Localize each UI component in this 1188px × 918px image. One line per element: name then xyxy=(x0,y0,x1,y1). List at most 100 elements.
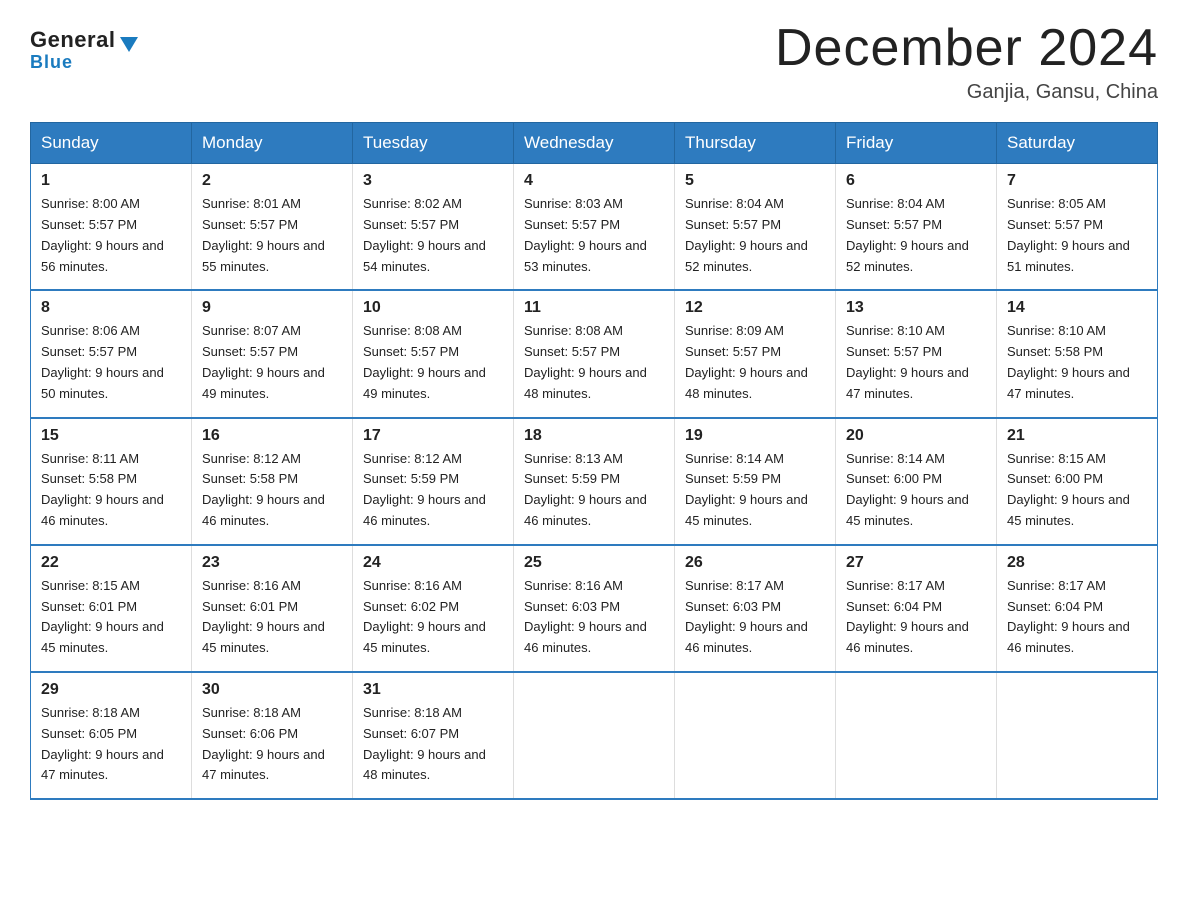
day-number: 7 xyxy=(1007,172,1147,190)
day-info: Sunrise: 8:03 AMSunset: 5:57 PMDaylight:… xyxy=(524,194,664,277)
day-cell xyxy=(514,672,675,799)
day-number: 25 xyxy=(524,554,664,572)
day-number: 21 xyxy=(1007,427,1147,445)
day-info: Sunrise: 8:14 AMSunset: 5:59 PMDaylight:… xyxy=(685,449,825,532)
day-cell xyxy=(675,672,836,799)
header: General Blue December 2024 Ganjia, Gansu… xyxy=(30,20,1158,104)
day-info: Sunrise: 8:18 AMSunset: 6:07 PMDaylight:… xyxy=(363,703,503,786)
day-cell: 8 Sunrise: 8:06 AMSunset: 5:57 PMDayligh… xyxy=(31,290,192,417)
day-number: 2 xyxy=(202,172,342,190)
day-cell xyxy=(836,672,997,799)
logo: General Blue xyxy=(30,28,138,73)
day-info: Sunrise: 8:17 AMSunset: 6:04 PMDaylight:… xyxy=(846,576,986,659)
header-sunday: Sunday xyxy=(31,123,192,164)
day-number: 13 xyxy=(846,299,986,317)
day-info: Sunrise: 8:17 AMSunset: 6:04 PMDaylight:… xyxy=(1007,576,1147,659)
day-number: 24 xyxy=(363,554,503,572)
logo-triangle-icon xyxy=(120,37,138,52)
header-tuesday: Tuesday xyxy=(353,123,514,164)
logo-general: General xyxy=(30,28,115,52)
week-row-1: 1 Sunrise: 8:00 AMSunset: 5:57 PMDayligh… xyxy=(31,164,1158,291)
day-number: 6 xyxy=(846,172,986,190)
day-number: 4 xyxy=(524,172,664,190)
logo-blue: Blue xyxy=(30,52,73,73)
day-number: 5 xyxy=(685,172,825,190)
day-cell: 16 Sunrise: 8:12 AMSunset: 5:58 PMDaylig… xyxy=(192,418,353,545)
day-number: 16 xyxy=(202,427,342,445)
day-cell: 14 Sunrise: 8:10 AMSunset: 5:58 PMDaylig… xyxy=(997,290,1158,417)
header-monday: Monday xyxy=(192,123,353,164)
day-number: 29 xyxy=(41,681,181,699)
day-cell: 4 Sunrise: 8:03 AMSunset: 5:57 PMDayligh… xyxy=(514,164,675,291)
day-info: Sunrise: 8:04 AMSunset: 5:57 PMDaylight:… xyxy=(685,194,825,277)
day-cell: 6 Sunrise: 8:04 AMSunset: 5:57 PMDayligh… xyxy=(836,164,997,291)
day-number: 17 xyxy=(363,427,503,445)
day-cell: 26 Sunrise: 8:17 AMSunset: 6:03 PMDaylig… xyxy=(675,545,836,672)
day-cell: 12 Sunrise: 8:09 AMSunset: 5:57 PMDaylig… xyxy=(675,290,836,417)
day-cell: 13 Sunrise: 8:10 AMSunset: 5:57 PMDaylig… xyxy=(836,290,997,417)
day-cell: 19 Sunrise: 8:14 AMSunset: 5:59 PMDaylig… xyxy=(675,418,836,545)
day-info: Sunrise: 8:09 AMSunset: 5:57 PMDaylight:… xyxy=(685,321,825,404)
day-info: Sunrise: 8:06 AMSunset: 5:57 PMDaylight:… xyxy=(41,321,181,404)
day-number: 10 xyxy=(363,299,503,317)
day-cell: 30 Sunrise: 8:18 AMSunset: 6:06 PMDaylig… xyxy=(192,672,353,799)
title-area: December 2024 Ganjia, Gansu, China xyxy=(775,20,1158,104)
day-number: 28 xyxy=(1007,554,1147,572)
day-info: Sunrise: 8:00 AMSunset: 5:57 PMDaylight:… xyxy=(41,194,181,277)
day-cell: 23 Sunrise: 8:16 AMSunset: 6:01 PMDaylig… xyxy=(192,545,353,672)
header-friday: Friday xyxy=(836,123,997,164)
day-info: Sunrise: 8:02 AMSunset: 5:57 PMDaylight:… xyxy=(363,194,503,277)
day-cell: 31 Sunrise: 8:18 AMSunset: 6:07 PMDaylig… xyxy=(353,672,514,799)
week-row-4: 22 Sunrise: 8:15 AMSunset: 6:01 PMDaylig… xyxy=(31,545,1158,672)
day-number: 11 xyxy=(524,299,664,317)
day-number: 22 xyxy=(41,554,181,572)
day-number: 30 xyxy=(202,681,342,699)
week-row-5: 29 Sunrise: 8:18 AMSunset: 6:05 PMDaylig… xyxy=(31,672,1158,799)
calendar-header-row: SundayMondayTuesdayWednesdayThursdayFrid… xyxy=(31,123,1158,164)
day-info: Sunrise: 8:05 AMSunset: 5:57 PMDaylight:… xyxy=(1007,194,1147,277)
day-info: Sunrise: 8:18 AMSunset: 6:05 PMDaylight:… xyxy=(41,703,181,786)
day-cell: 21 Sunrise: 8:15 AMSunset: 6:00 PMDaylig… xyxy=(997,418,1158,545)
calendar-table: SundayMondayTuesdayWednesdayThursdayFrid… xyxy=(30,122,1158,800)
day-cell: 11 Sunrise: 8:08 AMSunset: 5:57 PMDaylig… xyxy=(514,290,675,417)
day-cell: 22 Sunrise: 8:15 AMSunset: 6:01 PMDaylig… xyxy=(31,545,192,672)
day-cell: 28 Sunrise: 8:17 AMSunset: 6:04 PMDaylig… xyxy=(997,545,1158,672)
day-cell: 24 Sunrise: 8:16 AMSunset: 6:02 PMDaylig… xyxy=(353,545,514,672)
day-cell xyxy=(997,672,1158,799)
week-row-2: 8 Sunrise: 8:06 AMSunset: 5:57 PMDayligh… xyxy=(31,290,1158,417)
day-cell: 25 Sunrise: 8:16 AMSunset: 6:03 PMDaylig… xyxy=(514,545,675,672)
day-info: Sunrise: 8:08 AMSunset: 5:57 PMDaylight:… xyxy=(524,321,664,404)
day-cell: 5 Sunrise: 8:04 AMSunset: 5:57 PMDayligh… xyxy=(675,164,836,291)
day-info: Sunrise: 8:12 AMSunset: 5:58 PMDaylight:… xyxy=(202,449,342,532)
day-info: Sunrise: 8:04 AMSunset: 5:57 PMDaylight:… xyxy=(846,194,986,277)
day-number: 8 xyxy=(41,299,181,317)
day-number: 20 xyxy=(846,427,986,445)
day-number: 19 xyxy=(685,427,825,445)
day-cell: 7 Sunrise: 8:05 AMSunset: 5:57 PMDayligh… xyxy=(997,164,1158,291)
day-cell: 17 Sunrise: 8:12 AMSunset: 5:59 PMDaylig… xyxy=(353,418,514,545)
day-cell: 15 Sunrise: 8:11 AMSunset: 5:58 PMDaylig… xyxy=(31,418,192,545)
day-info: Sunrise: 8:15 AMSunset: 6:00 PMDaylight:… xyxy=(1007,449,1147,532)
day-cell: 1 Sunrise: 8:00 AMSunset: 5:57 PMDayligh… xyxy=(31,164,192,291)
header-thursday: Thursday xyxy=(675,123,836,164)
calendar-subtitle: Ganjia, Gansu, China xyxy=(775,81,1158,104)
day-info: Sunrise: 8:08 AMSunset: 5:57 PMDaylight:… xyxy=(363,321,503,404)
day-info: Sunrise: 8:11 AMSunset: 5:58 PMDaylight:… xyxy=(41,449,181,532)
day-number: 18 xyxy=(524,427,664,445)
day-info: Sunrise: 8:18 AMSunset: 6:06 PMDaylight:… xyxy=(202,703,342,786)
day-info: Sunrise: 8:16 AMSunset: 6:01 PMDaylight:… xyxy=(202,576,342,659)
day-number: 3 xyxy=(363,172,503,190)
day-cell: 20 Sunrise: 8:14 AMSunset: 6:00 PMDaylig… xyxy=(836,418,997,545)
day-number: 15 xyxy=(41,427,181,445)
day-cell: 27 Sunrise: 8:17 AMSunset: 6:04 PMDaylig… xyxy=(836,545,997,672)
header-saturday: Saturday xyxy=(997,123,1158,164)
day-info: Sunrise: 8:12 AMSunset: 5:59 PMDaylight:… xyxy=(363,449,503,532)
header-wednesday: Wednesday xyxy=(514,123,675,164)
day-info: Sunrise: 8:10 AMSunset: 5:57 PMDaylight:… xyxy=(846,321,986,404)
day-number: 9 xyxy=(202,299,342,317)
day-info: Sunrise: 8:14 AMSunset: 6:00 PMDaylight:… xyxy=(846,449,986,532)
day-info: Sunrise: 8:16 AMSunset: 6:02 PMDaylight:… xyxy=(363,576,503,659)
day-info: Sunrise: 8:10 AMSunset: 5:58 PMDaylight:… xyxy=(1007,321,1147,404)
day-cell: 2 Sunrise: 8:01 AMSunset: 5:57 PMDayligh… xyxy=(192,164,353,291)
day-cell: 3 Sunrise: 8:02 AMSunset: 5:57 PMDayligh… xyxy=(353,164,514,291)
